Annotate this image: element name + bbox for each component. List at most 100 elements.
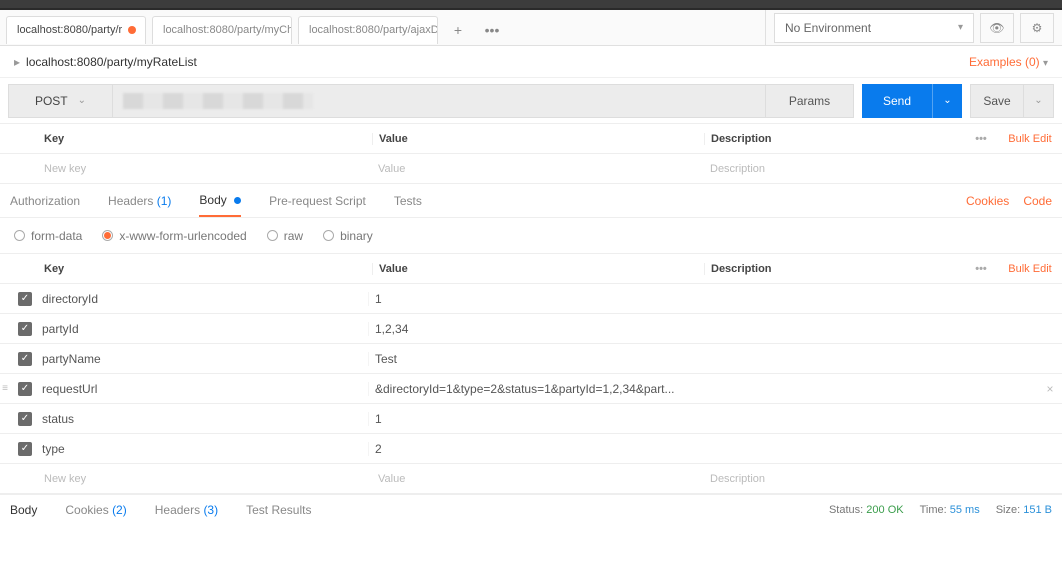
send-dropdown-button[interactable]: ⌄ <box>932 84 962 118</box>
checkbox[interactable] <box>18 442 32 456</box>
tab-tests[interactable]: Tests <box>394 186 422 216</box>
tab-authorization[interactable]: Authorization <box>10 186 80 216</box>
radio-raw[interactable]: raw <box>267 229 303 243</box>
checkbox[interactable] <box>18 292 32 306</box>
body-active-dot-icon <box>234 197 241 204</box>
url-input[interactable] <box>112 84 766 118</box>
gear-icon: ⚙ <box>1032 21 1043 35</box>
save-dropdown-button[interactable]: ⌄ <box>1024 84 1054 118</box>
body-more-button[interactable]: ••• <box>964 263 998 275</box>
checkbox[interactable] <box>18 412 32 426</box>
table-row[interactable]: status1 <box>0 404 1062 434</box>
send-button[interactable]: Send <box>862 84 932 118</box>
tab-request-1[interactable]: localhost:8080/party/myCha <box>152 16 292 44</box>
chevron-down-icon: ⌄ <box>1034 95 1042 106</box>
params-bulk-edit-button[interactable]: Bulk Edit <box>998 133 1062 145</box>
tab-label: localhost:8080/party/ajaxDe <box>309 24 438 36</box>
col-key: Key <box>40 133 372 145</box>
body-type-radios: form-data x-www-form-urlencoded raw bina… <box>0 218 1062 254</box>
new-value-input[interactable]: Value <box>372 163 704 175</box>
checkbox[interactable] <box>18 352 32 366</box>
resp-tab-cookies[interactable]: Cookies (2) <box>65 503 126 517</box>
row-key[interactable]: type <box>40 442 368 456</box>
size-label: Size: 151 B <box>996 504 1052 516</box>
new-key-input[interactable]: New key <box>40 163 372 175</box>
resp-tab-headers[interactable]: Headers (3) <box>155 503 218 517</box>
col-value: Value <box>372 133 704 145</box>
caret-right-icon: ▸ <box>14 55 20 69</box>
tab-request-0[interactable]: localhost:8080/party/r <box>6 16 146 44</box>
row-key[interactable]: requestUrl <box>40 382 368 396</box>
row-value[interactable]: Test <box>368 352 700 366</box>
unsaved-dot-icon <box>128 26 136 34</box>
row-key[interactable]: directoryId <box>40 292 368 306</box>
eye-icon: 👁 <box>989 21 1004 35</box>
environment-selected: No Environment <box>785 21 871 35</box>
radio-form-data[interactable]: form-data <box>14 229 82 243</box>
request-tabs: Authorization Headers (1) Body Pre-reque… <box>0 184 1062 218</box>
url-blurred-content <box>123 93 313 109</box>
environment-area: No Environment ▾ 👁 ⚙ <box>765 10 1062 46</box>
add-tab-button[interactable]: + <box>444 16 472 44</box>
radio-urlencoded[interactable]: x-www-form-urlencoded <box>102 229 246 243</box>
tab-headers[interactable]: Headers (1) <box>108 186 171 216</box>
new-key-input[interactable]: New key <box>40 473 372 485</box>
response-tabs: Body Cookies (2) Headers (3) Test Result… <box>0 494 1062 524</box>
method-select[interactable]: POST ⌄ <box>8 84 112 118</box>
radio-binary[interactable]: binary <box>323 229 373 243</box>
environment-quicklook-button[interactable]: 👁 <box>980 13 1014 43</box>
cookies-link[interactable]: Cookies <box>966 194 1009 208</box>
settings-button[interactable]: ⚙ <box>1020 13 1054 43</box>
params-button[interactable]: Params <box>766 84 854 118</box>
status-label: Status: 200 OK <box>829 504 904 516</box>
row-key[interactable]: partyName <box>40 352 368 366</box>
new-desc-input[interactable]: Description <box>704 163 964 175</box>
new-value-input[interactable]: Value <box>372 473 704 485</box>
table-row[interactable]: ≡ requestUrl&directoryId=1&type=2&status=… <box>0 374 1062 404</box>
request-title: localhost:8080/party/myRateList <box>26 55 197 69</box>
checkbox[interactable] <box>18 322 32 336</box>
params-new-row[interactable]: New key Value Description <box>0 154 1062 184</box>
delete-row-button[interactable]: × <box>1038 382 1062 396</box>
resp-tab-body[interactable]: Body <box>10 503 37 517</box>
request-title-row: ▸ localhost:8080/party/myRateList Exampl… <box>0 46 1062 78</box>
body-header: Key Value Description ••• Bulk Edit <box>0 254 1062 284</box>
table-row[interactable]: type2 <box>0 434 1062 464</box>
tab-overflow-button[interactable]: ••• <box>478 16 506 44</box>
row-key[interactable]: status <box>40 412 368 426</box>
resp-tab-tests[interactable]: Test Results <box>246 503 311 517</box>
body-new-row[interactable]: New key Value Description <box>0 464 1062 494</box>
row-value[interactable]: 1 <box>368 292 700 306</box>
row-value[interactable]: 1,2,34 <box>368 322 700 336</box>
tabs-row: localhost:8080/party/r localhost:8080/pa… <box>0 10 1062 46</box>
chevron-down-icon: ⌄ <box>943 95 951 106</box>
row-value[interactable]: 1 <box>368 412 700 426</box>
col-key: Key <box>40 263 372 275</box>
params-more-button[interactable]: ••• <box>964 133 998 145</box>
save-button[interactable]: Save <box>970 84 1024 118</box>
row-value[interactable]: 2 <box>368 442 700 456</box>
tab-label: localhost:8080/party/myCha <box>163 24 292 36</box>
row-key[interactable]: partyId <box>40 322 368 336</box>
app-top-bar <box>0 0 1062 10</box>
chevron-down-icon: ▾ <box>958 22 963 33</box>
col-value: Value <box>372 263 704 275</box>
body-bulk-edit-button[interactable]: Bulk Edit <box>998 263 1062 275</box>
caret-down-icon: ▾ <box>1043 58 1048 69</box>
tab-request-2[interactable]: localhost:8080/party/ajaxDe <box>298 16 438 44</box>
tab-body[interactable]: Body <box>199 185 241 217</box>
new-desc-input[interactable]: Description <box>704 473 964 485</box>
time-label: Time: 55 ms <box>920 504 980 516</box>
url-row: POST ⌄ Params Send ⌄ Save ⌄ <box>0 78 1062 124</box>
examples-link[interactable]: Examples (0) ▾ <box>969 55 1048 69</box>
drag-handle-icon[interactable]: ≡ <box>0 383 10 394</box>
checkbox[interactable] <box>18 382 32 396</box>
tab-prerequest[interactable]: Pre-request Script <box>269 186 366 216</box>
table-row[interactable]: partyNameTest <box>0 344 1062 374</box>
table-row[interactable]: directoryId1 <box>0 284 1062 314</box>
environment-select[interactable]: No Environment ▾ <box>774 13 974 43</box>
tab-label: localhost:8080/party/r <box>17 24 122 36</box>
table-row[interactable]: partyId1,2,34 <box>0 314 1062 344</box>
code-link[interactable]: Code <box>1023 194 1052 208</box>
row-value[interactable]: &directoryId=1&type=2&status=1&partyId=1… <box>368 382 700 396</box>
